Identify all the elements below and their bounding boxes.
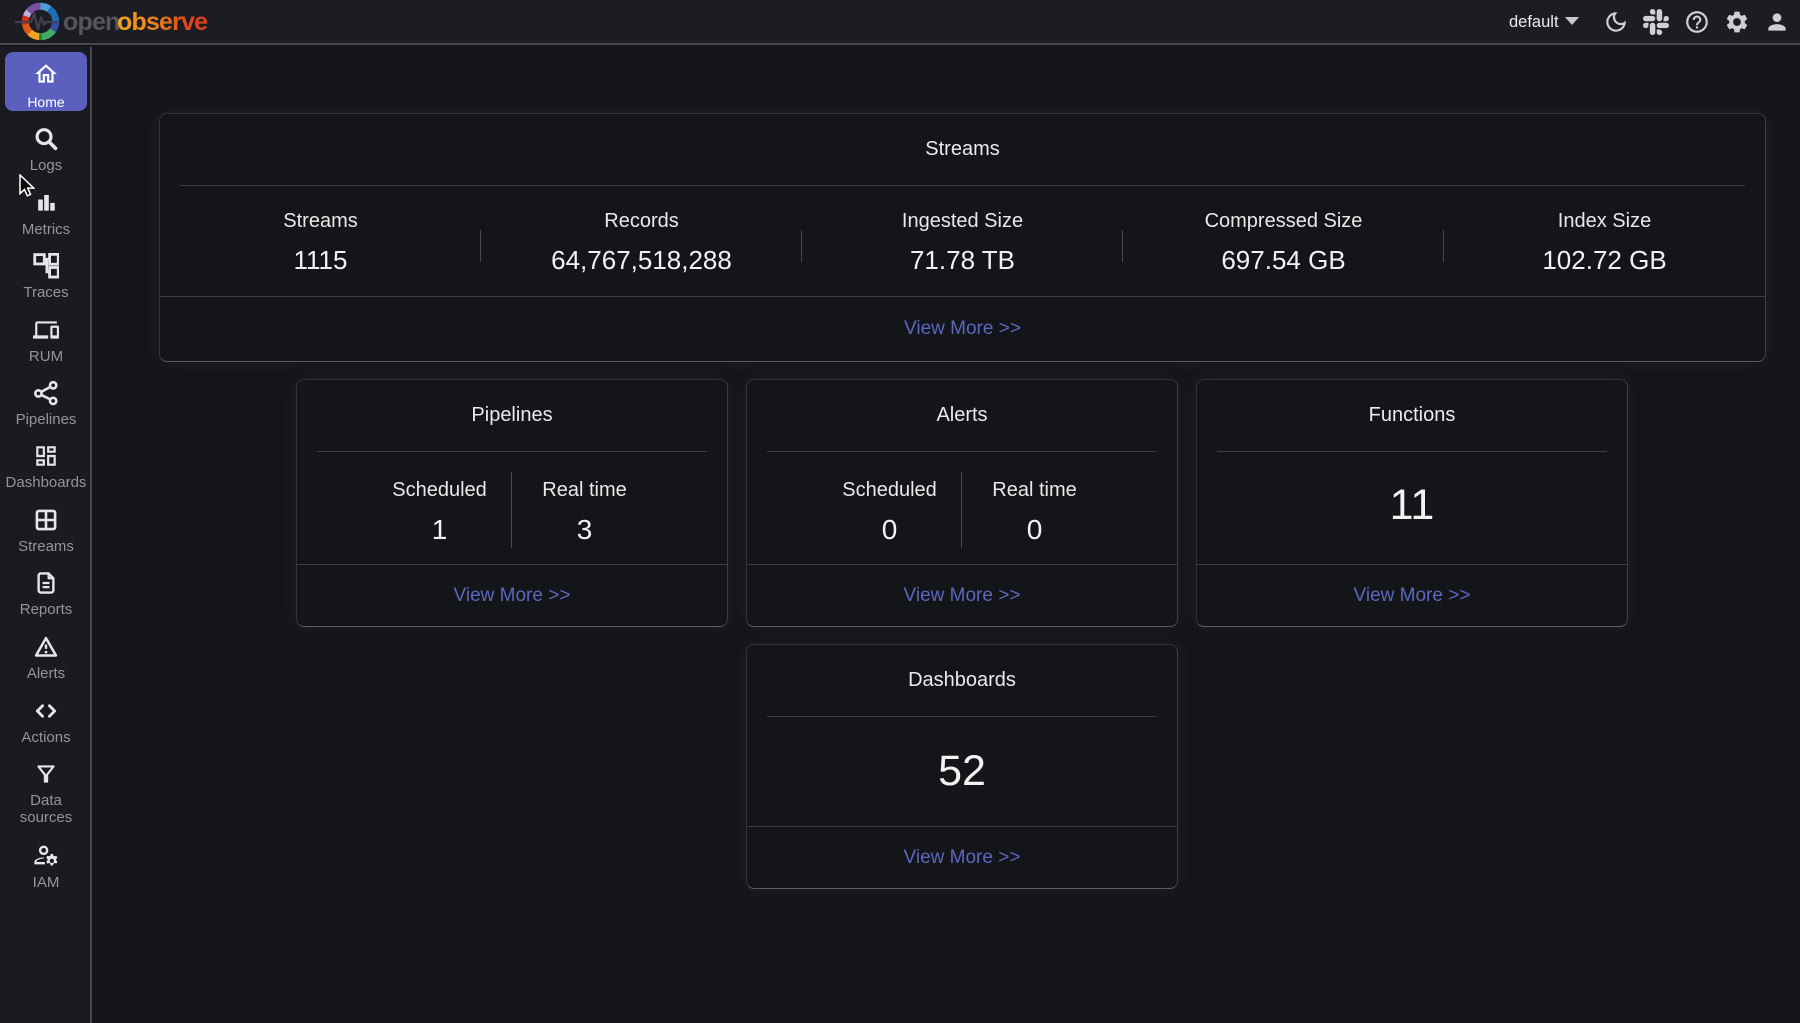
- svg-text:observe: observe: [117, 8, 208, 36]
- svg-text:open: open: [63, 8, 120, 36]
